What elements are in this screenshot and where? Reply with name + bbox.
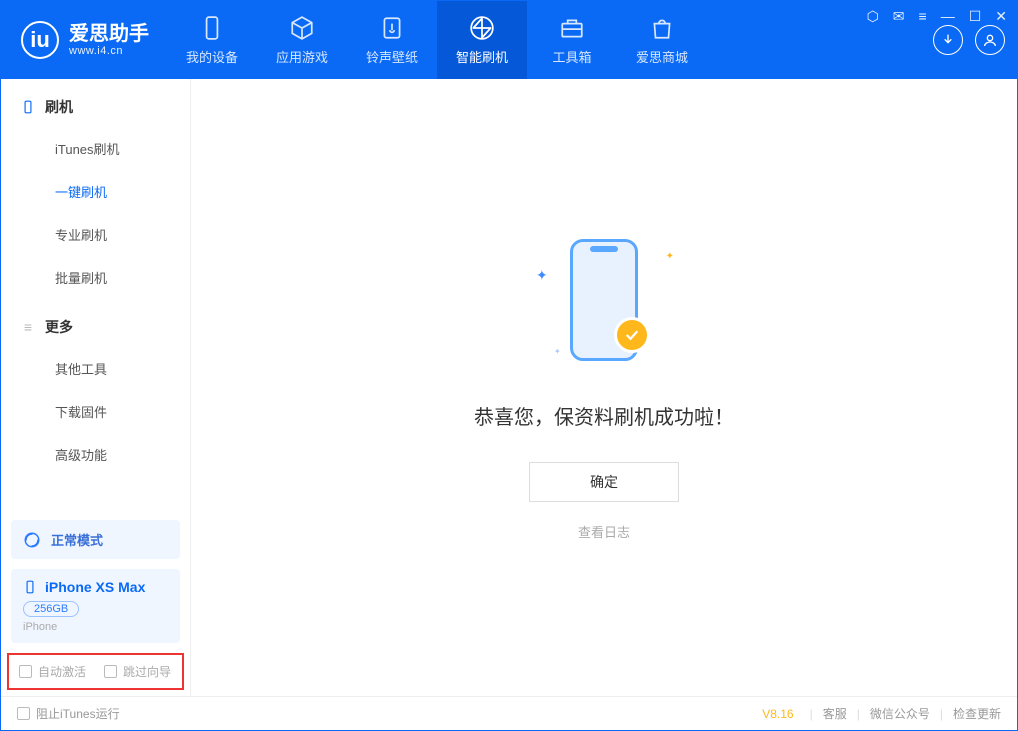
sidebar-group-more: ≡ 更多: [1, 299, 190, 347]
device-box[interactable]: iPhone XS Max 256GB iPhone: [11, 569, 180, 643]
music-icon: [379, 15, 405, 41]
logo-icon: iu: [21, 21, 59, 59]
sidebar-item-download-firmware[interactable]: 下载固件: [1, 390, 190, 433]
checkbox-block-itunes[interactable]: 阻止iTunes运行: [17, 705, 120, 722]
refresh-icon: [469, 15, 495, 41]
minimize-icon[interactable]: —: [941, 9, 955, 23]
phone-icon: [199, 15, 225, 41]
check-update-link[interactable]: 检查更新: [953, 705, 1001, 722]
checkbox-skip-guide[interactable]: 跳过向导: [104, 663, 171, 680]
sidebar-item-batch-flash[interactable]: 批量刷机: [1, 256, 190, 299]
user-button[interactable]: [975, 25, 1005, 55]
sidebar-item-advanced[interactable]: 高级功能: [1, 433, 190, 476]
wechat-link[interactable]: 微信公众号: [870, 705, 930, 722]
device-name-label: iPhone XS Max: [45, 579, 145, 595]
nav-smart-flash[interactable]: 智能刷机: [437, 1, 527, 79]
ok-button[interactable]: 确定: [529, 462, 679, 502]
nav-label: 工具箱: [552, 47, 591, 66]
app-subtitle: www.i4.cn: [69, 45, 149, 57]
menu-icon[interactable]: ≡: [919, 9, 927, 23]
logo: iu 爱思助手 www.i4.cn: [1, 21, 167, 59]
status-right: V8.16 | 客服 | 微信公众号 | 检查更新: [762, 705, 1001, 722]
window-controls: ⬡ ✉ ≡ — ☐ ✕: [867, 9, 1007, 23]
checkbox-label: 跳过向导: [123, 663, 171, 680]
mode-icon: [23, 531, 41, 549]
mode-box[interactable]: 正常模式: [11, 520, 180, 559]
checkbox-icon: [19, 665, 32, 678]
nav-store[interactable]: 爱思商城: [617, 1, 707, 79]
check-badge-icon: [614, 317, 650, 353]
checkbox-label: 阻止iTunes运行: [36, 705, 120, 722]
sidebar-item-other-tools[interactable]: 其他工具: [1, 347, 190, 390]
storage-pill: 256GB: [23, 601, 79, 617]
nav-label: 爱思商城: [636, 47, 688, 66]
device-icon: [23, 580, 37, 594]
nav-label: 应用游戏: [276, 47, 328, 66]
statusbar: 阻止iTunes运行 V8.16 | 客服 | 微信公众号 | 检查更新: [1, 696, 1017, 730]
nav-toolbox[interactable]: 工具箱: [527, 1, 617, 79]
cube-icon: [289, 15, 315, 41]
header-right: [933, 25, 1005, 55]
sidebar-item-itunes-flash[interactable]: iTunes刷机: [1, 127, 190, 170]
device-icon: [21, 100, 35, 114]
maximize-icon[interactable]: ☐: [969, 9, 982, 23]
success-message: 恭喜您，保资料刷机成功啦！: [474, 401, 734, 430]
toolbox-icon: [559, 15, 585, 41]
sidebar-item-pro-flash[interactable]: 专业刷机: [1, 213, 190, 256]
nav-label: 铃声壁纸: [366, 47, 418, 66]
nav-apps-games[interactable]: 应用游戏: [257, 1, 347, 79]
body: 刷机 iTunes刷机 一键刷机 专业刷机 批量刷机 ≡ 更多 其他工具 下载固…: [1, 79, 1017, 696]
group-title: 更多: [45, 317, 73, 337]
checkbox-auto-activate[interactable]: 自动激活: [19, 663, 86, 680]
sidebar-item-oneclick-flash[interactable]: 一键刷机: [1, 170, 190, 213]
sidebar-footer: 正常模式 iPhone XS Max 256GB iPhone 自动激活: [1, 510, 190, 696]
checkbox-label: 自动激活: [38, 663, 86, 680]
app-title: 爱思助手: [69, 23, 149, 45]
group-title: 刷机: [45, 97, 73, 117]
skin-icon[interactable]: ⬡: [867, 9, 879, 23]
download-button[interactable]: [933, 25, 963, 55]
more-icon: ≡: [21, 320, 35, 334]
sidebar: 刷机 iTunes刷机 一键刷机 专业刷机 批量刷机 ≡ 更多 其他工具 下载固…: [1, 79, 191, 696]
sparkle-icon: ✦: [536, 267, 548, 284]
mode-label: 正常模式: [51, 530, 103, 549]
checkbox-icon: [104, 665, 117, 678]
nav-label: 智能刷机: [456, 47, 508, 66]
bag-icon: [649, 15, 675, 41]
version-label: V8.16: [762, 707, 793, 721]
feedback-icon[interactable]: ✉: [893, 9, 905, 23]
nav-ringtones[interactable]: 铃声壁纸: [347, 1, 437, 79]
view-log-link[interactable]: 查看日志: [578, 522, 630, 541]
checkbox-icon: [17, 707, 30, 720]
device-type: iPhone: [23, 621, 168, 633]
close-icon[interactable]: ✕: [995, 9, 1007, 23]
sparkle-icon: ✦: [554, 347, 561, 356]
nav-label: 我的设备: [186, 47, 238, 66]
top-nav: 我的设备 应用游戏 铃声壁纸 智能刷机 工具箱 爱思商城: [167, 1, 707, 79]
support-link[interactable]: 客服: [823, 705, 847, 722]
main-content: ✦ ✦ ✦ 恭喜您，保资料刷机成功啦！ 确定 查看日志: [191, 79, 1017, 696]
nav-my-device[interactable]: 我的设备: [167, 1, 257, 79]
success-illustration: ✦ ✦ ✦: [514, 235, 694, 375]
sidebar-group-flash: 刷机: [1, 79, 190, 127]
header: ⬡ ✉ ≡ — ☐ ✕ iu 爱思助手 www.i4.cn 我的设备 应用游戏: [1, 1, 1017, 79]
app-window: ⬡ ✉ ≡ — ☐ ✕ iu 爱思助手 www.i4.cn 我的设备 应用游戏: [0, 0, 1018, 731]
options-highlight-box: 自动激活 跳过向导: [7, 653, 184, 690]
sparkle-icon: ✦: [666, 251, 674, 262]
